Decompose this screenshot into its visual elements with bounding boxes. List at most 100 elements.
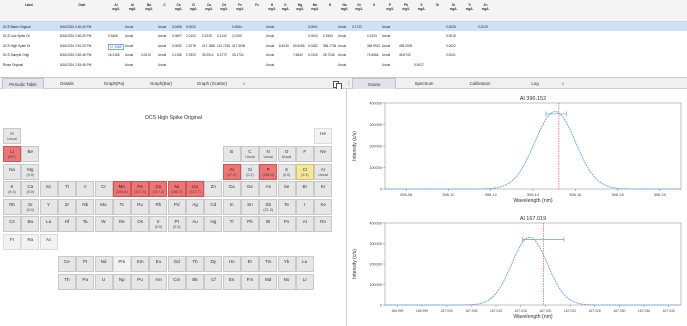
element-y[interactable]: Y: [39, 199, 58, 215]
element-cs[interactable]: Cs: [3, 216, 21, 232]
tab-scans[interactable]: Scans: [352, 78, 396, 89]
column-header[interactable]: N: [323, 3, 337, 7]
panel-split-handle-icon[interactable]: ⋮: [346, 80, 352, 87]
element-b[interactable]: B: [222, 146, 241, 162]
element-i[interactable]: I: [295, 199, 314, 215]
element-os[interactable]: Os: [131, 216, 150, 232]
element-ga[interactable]: Ga: [222, 181, 241, 197]
element-u[interactable]: U: [94, 274, 113, 290]
element-hg[interactable]: Hg: [204, 216, 223, 232]
element-ba[interactable]: Ba: [21, 216, 40, 232]
value-cell[interactable]: Uncal: [382, 63, 398, 67]
column-header[interactable]: Al mg/L: [125, 3, 140, 11]
element-pa[interactable]: Pa: [76, 274, 95, 290]
element-mn[interactable]: Mn (384.8): [112, 181, 131, 197]
element-cr[interactable]: Cr: [94, 181, 113, 197]
value-cell[interactable]: 0.2225: [202, 34, 216, 38]
element-se[interactable]: Se: [277, 181, 296, 197]
value-cell[interactable]: 0.0027: [414, 63, 429, 67]
value-cell[interactable]: Uncal: [158, 53, 171, 57]
element-cu[interactable]: Cu (113.7): [186, 181, 204, 197]
element-c[interactable]: C Uncal: [240, 146, 259, 162]
element-es[interactable]: Es: [222, 274, 241, 290]
element-pb[interactable]: Pb: [240, 216, 259, 232]
element-ne[interactable]: Ne: [314, 146, 333, 162]
column-header[interactable]: Mn mg/L: [308, 3, 322, 11]
element-rb[interactable]: Rb: [3, 199, 21, 215]
element-no[interactable]: No: [277, 274, 296, 290]
column-header[interactable]: Ca mg/L: [202, 3, 216, 11]
element-ac[interactable]: Ac: [39, 234, 58, 250]
element-nd[interactable]: Nd: [94, 256, 113, 272]
element-lr[interactable]: Lr: [295, 274, 314, 290]
element-re[interactable]: Re: [112, 216, 131, 232]
date-cell[interactable]: 8/16/2024 2:52:46 PM: [60, 53, 104, 57]
value-cell[interactable]: Uncal: [158, 34, 171, 38]
element-la[interactable]: La: [39, 216, 58, 232]
value-cell[interactable]: 0.0282: [308, 44, 322, 48]
column-header[interactable]: Cd mg/L: [217, 3, 231, 11]
column-header[interactable]: H mg/L: [266, 3, 278, 11]
value-cell[interactable]: Uncal: [125, 34, 140, 38]
table-row[interactable]: DCS Low Spike Or 8/16/2024 2:50:30 PM 0.34…: [0, 32, 687, 41]
element-er[interactable]: Er: [240, 256, 259, 272]
close-tab-icon[interactable]: x: [240, 78, 248, 89]
element-he[interactable]: He: [314, 128, 333, 144]
value-cell[interactable]: 0.0026: [446, 25, 461, 29]
tab-spectrum[interactable]: Spectrum: [401, 78, 447, 89]
element-sc[interactable]: Sc: [39, 181, 58, 197]
value-cell[interactable]: 384.9921: [367, 44, 381, 48]
value-cell[interactable]: 0.1964: [323, 34, 337, 38]
element-sb[interactable]: Sb (21.3): [259, 199, 278, 215]
value-cell[interactable]: Uncal: [125, 53, 140, 57]
sample-label-cell[interactable]: Rinse Original: [3, 63, 55, 67]
tab-calibration[interactable]: Calibration: [457, 78, 503, 89]
element-al[interactable]: Al (17.2): [222, 164, 241, 180]
element-nb[interactable]: Nb: [76, 199, 95, 215]
element-tb[interactable]: Tb: [186, 256, 204, 272]
value-cell[interactable]: Uncal: [382, 25, 398, 29]
element-tm[interactable]: Tm: [259, 256, 278, 272]
column-header[interactable]: Zn mg/L: [478, 3, 493, 11]
close-tab-icon[interactable]: x: [559, 78, 567, 89]
element-ti[interactable]: Ti: [57, 181, 76, 197]
sample-label-cell[interactable]: DCS High Spike Or: [3, 44, 55, 48]
element-si[interactable]: Si (0.2): [240, 164, 259, 180]
date-cell[interactable]: 8/16/2024 2:40:40 PM: [60, 25, 104, 29]
value-cell[interactable]: 0.1003: [367, 34, 381, 38]
element-pd[interactable]: Pd: [167, 199, 186, 215]
column-header[interactable]: Fe: [249, 3, 265, 7]
element-yb[interactable]: Yb: [277, 256, 296, 272]
column-header[interactable]: S mg/L: [414, 3, 429, 11]
value-cell[interactable]: Uncal: [266, 63, 278, 67]
element-k[interactable]: K (8.4): [3, 181, 21, 197]
column-header[interactable]: Ni mg/L: [352, 3, 366, 11]
value-cell[interactable]: 7.6642: [293, 53, 307, 57]
element-am[interactable]: Am: [149, 274, 168, 290]
value-cell[interactable]: 0.0001: [308, 25, 322, 29]
element-fr[interactable]: Fr: [3, 234, 21, 250]
element-pu[interactable]: Pu: [131, 274, 150, 290]
tab-log[interactable]: Log: [513, 78, 557, 89]
value-cell[interactable]: Uncal: [125, 63, 140, 67]
value-cell[interactable]: 0.0013: [141, 53, 157, 57]
element-cf[interactable]: Cf: [204, 274, 223, 290]
sample-label-cell[interactable]: DCS Low Spike Or: [3, 34, 55, 38]
sample-label-cell[interactable]: DCS Blank Original: [3, 25, 55, 29]
element-pm[interactable]: Pm: [112, 256, 131, 272]
column-header[interactable]: Pb mg/L: [399, 3, 413, 11]
value-cell[interactable]: 1.9278: [186, 44, 201, 48]
date-cell[interactable]: 8/16/2024 2:53:48 PM: [60, 63, 104, 67]
value-cell[interactable]: 0.0031: [446, 53, 461, 57]
value-cell[interactable]: 0.0015: [446, 34, 461, 38]
column-header[interactable]: Label: [3, 3, 55, 7]
column-header[interactable]: Ca mg/L: [172, 3, 185, 11]
element-li[interactable]: Li (587): [3, 146, 21, 162]
tab-graph-scatter[interactable]: Graph (Scatter): [186, 78, 238, 89]
tab-details[interactable]: Details: [46, 78, 88, 89]
value-cell[interactable]: Uncal: [125, 25, 140, 29]
element-cm[interactable]: Cm: [167, 274, 186, 290]
value-cell[interactable]: Uncal: [158, 25, 171, 29]
value-cell[interactable]: Uncal: [158, 44, 171, 48]
element-ge[interactable]: Ge: [240, 181, 259, 197]
